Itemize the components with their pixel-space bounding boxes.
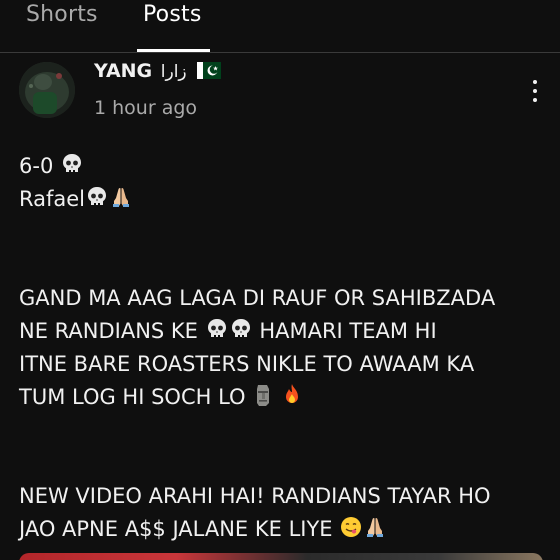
avatar[interactable] [19, 62, 75, 118]
post-line: TUM LOG HI SOCH LO [19, 381, 549, 414]
active-tab-indicator [137, 49, 210, 52]
avatar-image [19, 62, 75, 118]
post-line: NE RANDIANS KE HAMARI TEAM HI [19, 315, 549, 348]
folded-hands-icon [363, 515, 387, 549]
folded-hands-icon [109, 185, 133, 219]
more-dot-icon [533, 98, 537, 102]
face-savoring-icon [339, 515, 363, 549]
skull-icon [205, 317, 229, 351]
channel-name[interactable]: YANG زارا [94, 60, 222, 84]
post-text: GAND MA AAG LAGA DI RAUF OR SAHIBZADA [19, 286, 496, 310]
channel-name-text: YANG [94, 60, 153, 82]
post-text: NE RANDIANS KE [19, 319, 198, 343]
post-line: Rafael [19, 183, 549, 216]
more-options-button[interactable] [524, 78, 546, 104]
channel-name-suffix: زارا [160, 62, 187, 82]
post-line: GAND MA AAG LAGA DI RAUF OR SAHIBZADA [19, 282, 549, 315]
post-line: NEW VIDEO ARAHI HAI! RANDIANS TAYAR HO [19, 480, 549, 513]
post-line: JAO APNE A$$ JALANE KE LIYE [19, 513, 549, 546]
community-posts-page: Shorts Posts YANG زارا 1 hour ago 6-0 Ra… [0, 0, 560, 560]
moai-icon [252, 383, 274, 417]
tab-shorts[interactable]: Shorts [26, 2, 98, 27]
tab-posts[interactable]: Posts [143, 2, 202, 27]
post-line: ITNE BARE ROASTERS NIKLE TO AWAAM KA [19, 348, 549, 381]
post-text: 6-0 [19, 154, 54, 178]
post-text: TUM LOG HI SOCH LO [19, 385, 246, 409]
post-text: HAMARI TEAM HI [259, 319, 437, 343]
post-text: NEW VIDEO ARAHI HAI! RANDIANS TAYAR HO [19, 484, 491, 508]
post-text: ITNE BARE ROASTERS NIKLE TO AWAAM KA [19, 352, 475, 376]
more-dot-icon [533, 80, 537, 84]
post-image[interactable] [19, 553, 543, 560]
post-body: 6-0 Rafael GAND MA AAG LAGA DI RAUF OR S… [19, 150, 549, 546]
skull-icon [85, 185, 109, 219]
fire-icon [281, 383, 303, 417]
more-dot-icon [533, 89, 537, 93]
post-text: Rafael [19, 187, 86, 211]
skull-icon [229, 317, 253, 351]
channel-tabs: Shorts Posts [0, 0, 560, 53]
skull-icon [60, 152, 84, 186]
post-text: JAO APNE A$$ JALANE KE LIYE [19, 517, 333, 541]
post-line: 6-0 [19, 150, 549, 183]
post-timestamp: 1 hour ago [94, 97, 198, 119]
pakistan-flag-icon [197, 62, 222, 84]
